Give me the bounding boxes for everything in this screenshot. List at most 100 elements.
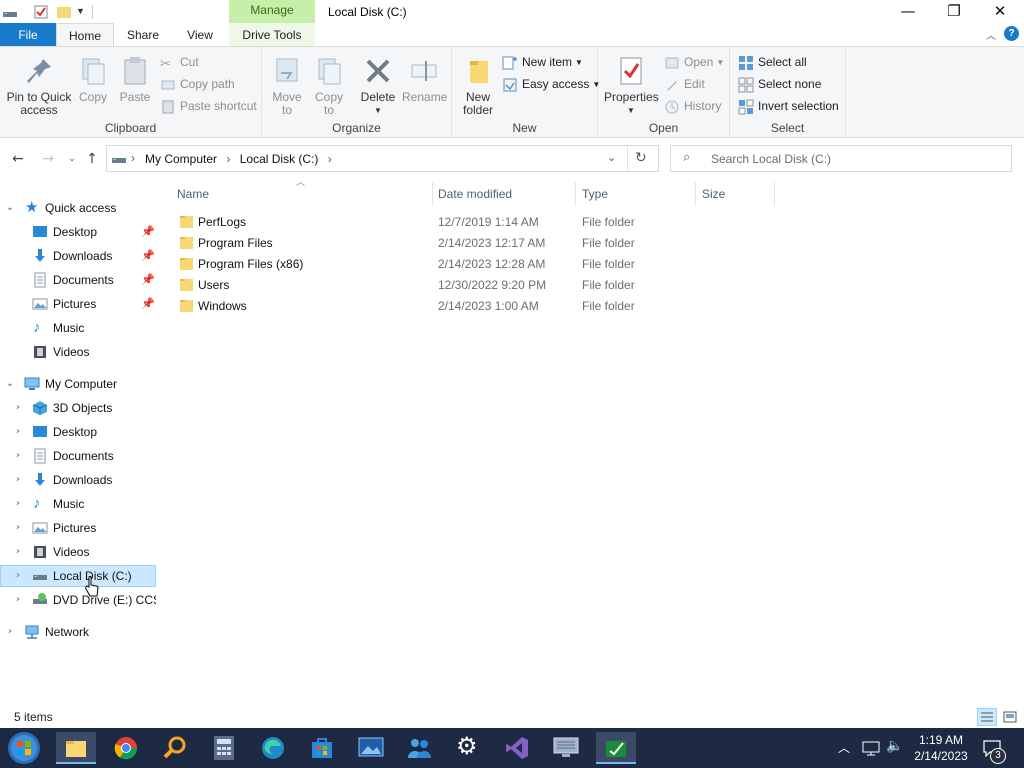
select-none-button[interactable]: Select none xyxy=(738,75,821,93)
history-button[interactable]: History xyxy=(664,97,721,115)
collapsed-chevron-icon[interactable]: › xyxy=(3,621,17,643)
address-history-dropdown-icon[interactable]: ⌄ xyxy=(607,151,616,164)
nav-dvd-drive-e[interactable]: › DVD Drive (E:) CCSA xyxy=(0,589,156,611)
search-input[interactable]: ⌕ Search Local Disk (C:) xyxy=(670,145,1012,172)
nav-pictures[interactable]: › Pictures xyxy=(0,517,156,539)
nav-videos[interactable]: › Videos xyxy=(0,541,156,563)
edit-button[interactable]: Edit xyxy=(664,75,705,93)
address-bar[interactable]: › My Computer › Local Disk (C:) › ⌄ ↻ xyxy=(106,145,659,172)
breadcrumb-local-disk[interactable]: Local Disk (C:) xyxy=(240,152,319,166)
column-header-type[interactable]: Type xyxy=(582,184,608,204)
nav-my-computer[interactable]: ⌄ My Computer xyxy=(0,373,156,395)
column-divider[interactable] xyxy=(432,182,433,206)
details-view-icon[interactable] xyxy=(977,708,997,726)
collapsed-chevron-icon[interactable]: › xyxy=(11,565,25,587)
nav-music[interactable]: › ♪ Music xyxy=(0,493,156,515)
close-button[interactable]: ✕ xyxy=(977,0,1023,24)
nav-quick-access[interactable]: ⌄ ★ Quick access xyxy=(0,197,156,219)
tab-view[interactable]: View xyxy=(180,23,220,47)
calculator-icon[interactable] xyxy=(213,735,235,761)
new-item-button[interactable]: New item ▼ xyxy=(502,53,583,71)
collapse-ribbon-icon[interactable]: ︿ xyxy=(986,27,996,42)
nav-local-disk-c[interactable]: › Local Disk (C:) xyxy=(0,565,156,587)
copy-to-button[interactable]: Copy to xyxy=(310,55,348,117)
back-arrow-icon[interactable]: ← xyxy=(8,149,28,169)
collapsed-chevron-icon[interactable]: › xyxy=(11,589,25,611)
large-icons-view-icon[interactable] xyxy=(1002,709,1018,725)
table-row[interactable]: PerfLogs 12/7/2019 1:14 AM File folder xyxy=(176,212,776,233)
store-icon[interactable] xyxy=(310,736,334,760)
collapsed-chevron-icon[interactable]: › xyxy=(11,517,25,539)
recent-locations-icon[interactable]: ⌄ xyxy=(62,149,82,169)
properties-button[interactable]: Properties ▼ xyxy=(604,55,659,117)
nav-network[interactable]: › Network xyxy=(0,621,156,643)
select-all-button[interactable]: Select all xyxy=(738,53,807,71)
volume-icon[interactable]: 🔈 xyxy=(886,738,903,754)
file-explorer-icon[interactable] xyxy=(56,732,96,764)
column-divider[interactable] xyxy=(575,182,576,206)
cut-button[interactable]: ✂ Cut xyxy=(160,53,199,71)
remote-desktop-icon[interactable] xyxy=(552,736,580,760)
table-row[interactable]: Program Files (x86) 2/14/2023 12:28 AM F… xyxy=(176,254,776,275)
tab-file[interactable]: File xyxy=(0,23,56,47)
new-folder-button[interactable]: New folder xyxy=(458,55,498,117)
show-hidden-icons-icon[interactable]: ︿ xyxy=(838,739,850,756)
tab-home[interactable]: Home xyxy=(56,23,114,47)
column-divider[interactable] xyxy=(774,182,775,206)
collapsed-chevron-icon[interactable]: › xyxy=(11,397,25,419)
table-row[interactable]: Program Files 2/14/2023 12:17 AM File fo… xyxy=(176,233,776,254)
chrome-icon[interactable] xyxy=(114,736,138,760)
column-header-name[interactable]: Name xyxy=(177,184,209,204)
restore-button[interactable]: ❐ xyxy=(931,0,977,24)
drive-icon[interactable] xyxy=(2,4,18,20)
collapsed-chevron-icon[interactable]: › xyxy=(11,541,25,563)
network-status-icon[interactable] xyxy=(862,740,880,756)
column-divider[interactable] xyxy=(695,182,696,206)
properties-check-icon[interactable] xyxy=(33,4,49,20)
open-button[interactable]: Open ▼ xyxy=(664,53,724,71)
nav-quick-pictures[interactable]: Pictures 📌 xyxy=(0,293,156,315)
refresh-icon[interactable]: ↻ xyxy=(635,150,647,166)
forward-arrow-icon[interactable]: → xyxy=(38,149,58,169)
paste-button[interactable]: Paste xyxy=(116,55,154,104)
tab-drive-tools[interactable]: Drive Tools xyxy=(229,23,315,47)
easy-access-button[interactable]: Easy access ▼ xyxy=(502,75,600,93)
table-row[interactable]: Windows 2/14/2023 1:00 AM File folder xyxy=(176,296,776,317)
nav-downloads[interactable]: › Downloads xyxy=(0,469,156,491)
paste-shortcut-button[interactable]: Paste shortcut xyxy=(160,97,257,115)
collapsed-chevron-icon[interactable]: › xyxy=(11,469,25,491)
copy-path-button[interactable]: Copy path xyxy=(160,75,235,93)
nav-quick-downloads[interactable]: Downloads 📌 xyxy=(0,245,156,267)
help-icon[interactable]: ? xyxy=(1004,26,1019,41)
screen-capture-icon[interactable] xyxy=(358,736,384,760)
collapsed-chevron-icon[interactable]: › xyxy=(11,445,25,467)
visual-studio-icon[interactable] xyxy=(505,736,529,760)
minimize-button[interactable]: — xyxy=(885,0,931,24)
delete-button[interactable]: Delete ▼ xyxy=(358,55,398,117)
column-header-size[interactable]: Size xyxy=(702,184,725,204)
nav-quick-documents[interactable]: Documents 📌 xyxy=(0,269,156,291)
table-row[interactable]: Users 12/30/2022 9:20 PM File folder xyxy=(176,275,776,296)
manage-context-tab[interactable]: Manage xyxy=(229,0,315,23)
rename-button[interactable]: Rename xyxy=(402,55,447,104)
nav-quick-videos[interactable]: Videos xyxy=(0,341,156,363)
column-header-date-modified[interactable]: Date modified xyxy=(438,184,512,204)
quick-access-dropdown-icon[interactable]: ▼ xyxy=(76,6,85,16)
nav-quick-desktop[interactable]: Desktop 📌 xyxy=(0,221,156,243)
clock[interactable]: 1:19 AM 2/14/2023 xyxy=(908,732,974,764)
nav-desktop[interactable]: › Desktop xyxy=(0,421,156,443)
nav-documents[interactable]: › Documents xyxy=(0,445,156,467)
invert-selection-button[interactable]: Invert selection xyxy=(738,97,839,115)
expanded-chevron-icon[interactable]: ⌄ xyxy=(3,197,17,219)
nav-quick-music[interactable]: ♪ Music xyxy=(0,317,156,339)
up-arrow-icon[interactable]: ↑ xyxy=(82,149,102,169)
tab-share[interactable]: Share xyxy=(122,23,164,47)
breadcrumb-my-computer[interactable]: My Computer xyxy=(145,152,217,166)
expanded-chevron-icon[interactable]: ⌄ xyxy=(3,373,17,395)
terminal-app-icon[interactable] xyxy=(596,732,636,764)
people-icon[interactable] xyxy=(406,736,432,760)
move-to-button[interactable]: Move to xyxy=(268,55,306,117)
settings-gear-icon[interactable]: ⚙ xyxy=(456,732,478,760)
start-orb-icon[interactable] xyxy=(4,729,44,767)
new-folder-icon[interactable] xyxy=(56,4,72,20)
